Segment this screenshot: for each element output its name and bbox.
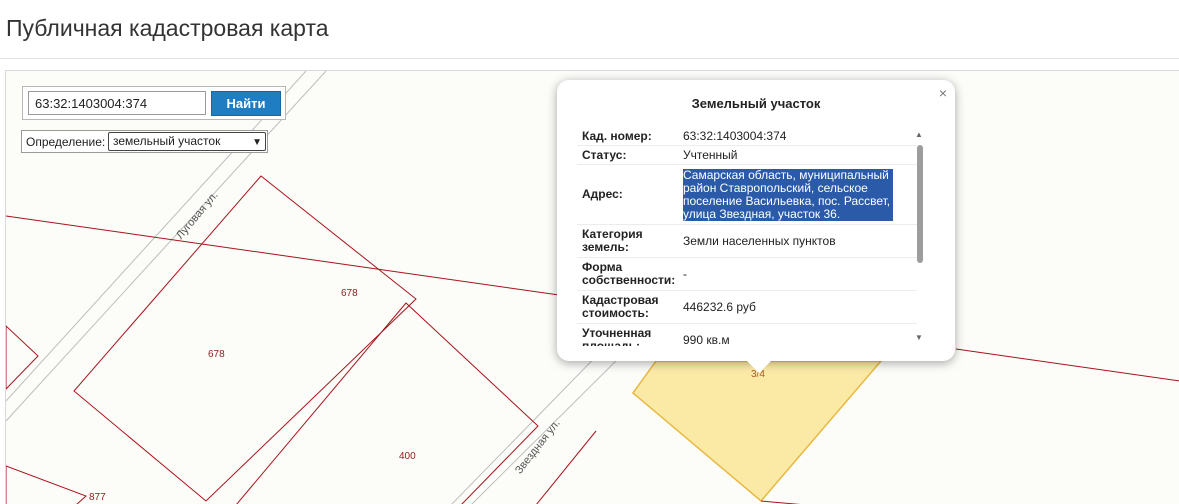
cadastral-search-input[interactable] [28, 91, 206, 115]
info-value[interactable]: 63:32:1403004:374 [683, 127, 917, 145]
parcel-678[interactable] [73, 175, 417, 502]
boundary-line [955, 348, 1179, 382]
definition-select[interactable]: земельный участок ▼ [108, 132, 266, 151]
info-row: Статус: Учтенный [577, 146, 917, 165]
popup-title: Земельный участок [691, 96, 821, 111]
info-row: Форма собственности: - [577, 258, 917, 291]
search-panel: Найти [22, 86, 286, 120]
info-row: Уточненная площадь: 990 кв.м [577, 324, 917, 347]
popup-info-table: Кад. номер: 63:32:1403004:374 Статус: Уч… [577, 127, 917, 346]
info-key: Кад. номер: [582, 128, 652, 143]
popup-pointer [747, 361, 771, 373]
road-edge [451, 335, 617, 504]
info-value[interactable]: Учтенный [683, 146, 917, 164]
address-value[interactable]: Самарская область, муниципальный район С… [683, 168, 893, 221]
scroll-down-icon[interactable]: ▼ [915, 333, 923, 342]
parcel-label: 678 [208, 349, 225, 360]
parcel-info-popup: × Земельный участок Кад. номер: 63:32:14… [557, 80, 955, 373]
info-value[interactable]: 446232.6 руб [683, 291, 917, 323]
parcel-label: 877 [89, 492, 106, 503]
info-key: Адрес: [582, 187, 623, 201]
info-value[interactable]: - [683, 258, 917, 290]
info-key: Форма собственности: [582, 260, 676, 287]
info-row: Категория земель: Земли населенных пункт… [577, 225, 917, 258]
info-value-cell: Самарская область, муниципальный район С… [683, 165, 917, 224]
scroll-up-icon[interactable]: ▲ [915, 130, 923, 139]
parcel-877[interactable] [6, 465, 87, 504]
road-edge [6, 71, 327, 422]
info-key: Кадастровая стоимость: [582, 293, 659, 320]
parcel-label: 400 [399, 451, 416, 462]
info-row: Кадастровая стоимость: 446232.6 руб [577, 291, 917, 324]
definition-panel: Определение: земельный участок ▼ [21, 130, 268, 153]
selected-parcel-374[interactable] [631, 360, 883, 503]
info-value[interactable]: Земли населенных пунктов [683, 225, 917, 257]
road-edge [6, 71, 307, 402]
definition-label: Определение: [26, 135, 106, 149]
info-row: Кад. номер: 63:32:1403004:374 [577, 127, 917, 146]
page-title: Публичная кадастровая карта [6, 15, 329, 41]
title-divider [0, 58, 1179, 59]
boundary-line [6, 215, 567, 297]
chevron-down-icon: ▼ [252, 137, 262, 148]
definition-selected-value: земельный участок [113, 134, 221, 148]
scrollbar-thumb[interactable] [917, 145, 923, 263]
info-key: Категория земель: [582, 227, 643, 254]
find-button[interactable]: Найти [211, 91, 281, 116]
popup-scrollbar[interactable]: ▲ ▼ [913, 130, 927, 342]
info-key: Уточненная площадь: [582, 326, 652, 347]
parcel-label: 678 [341, 288, 358, 299]
parcel-400[interactable] [236, 302, 539, 504]
parcel-edge [6, 325, 39, 390]
info-row: Адрес: Самарская область, муниципальный … [577, 165, 917, 225]
info-key: Статус: [582, 147, 627, 162]
info-value[interactable]: 990 кв.м [683, 324, 917, 346]
